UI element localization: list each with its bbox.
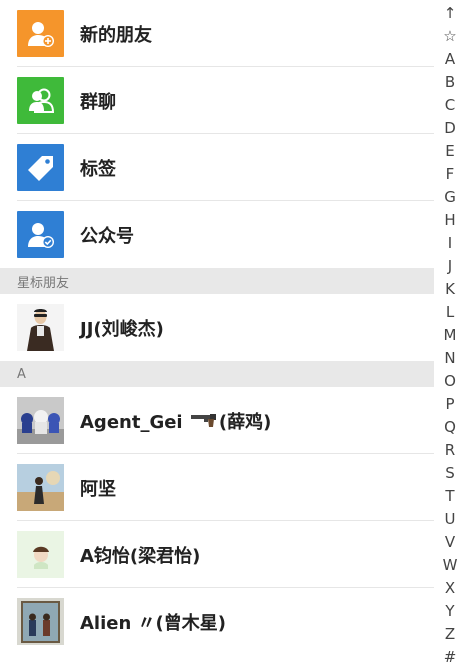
tags-label: 标签: [80, 158, 116, 180]
index-letter[interactable]: I: [434, 232, 466, 255]
index-letter[interactable]: X: [434, 577, 466, 600]
new-friends-entry[interactable]: 新的朋友: [0, 0, 434, 67]
contact-name: A钧怡(梁君怡): [80, 545, 201, 567]
index-letter[interactable]: T: [434, 485, 466, 508]
contacts-list: 新的朋友 群聊 标签 公众号 星标朋友 JJ(刘峻杰) A Agent_Gei …: [0, 0, 434, 655]
index-letter[interactable]: F: [434, 163, 466, 186]
index-letter[interactable]: B: [434, 71, 466, 94]
group-chats-label: 群聊: [80, 91, 116, 113]
index-letter[interactable]: C: [434, 94, 466, 117]
tags-entry[interactable]: 标签: [0, 134, 434, 201]
contact-name: Agent_Gei (薛鸡): [80, 411, 272, 433]
contact-row[interactable]: A钧怡(梁君怡): [0, 521, 434, 588]
official-accounts-entry[interactable]: 公众号: [0, 201, 434, 268]
index-letter[interactable]: D: [434, 117, 466, 140]
contact-name: 阿坚: [80, 478, 116, 500]
index-letter[interactable]: Q: [434, 416, 466, 439]
index-letter[interactable]: S: [434, 462, 466, 485]
section-header-starred: 星标朋友: [0, 268, 434, 294]
contact-avatar: [17, 464, 64, 511]
index-letter[interactable]: V: [434, 531, 466, 554]
group-chats-entry[interactable]: 群聊: [0, 67, 434, 134]
index-letter[interactable]: P: [434, 393, 466, 416]
contact-avatar: [17, 598, 64, 645]
official-accounts-label: 公众号: [80, 225, 134, 247]
official-account-icon: [17, 211, 64, 258]
index-letter[interactable]: ↑: [434, 2, 466, 25]
pistol-emoji-icon: [190, 412, 218, 433]
contact-name: Alien 〃(曾木星): [80, 612, 227, 634]
index-letter[interactable]: Y: [434, 600, 466, 623]
index-letter[interactable]: K: [434, 278, 466, 301]
section-header-a: A: [0, 361, 434, 387]
index-letter[interactable]: M: [434, 324, 466, 347]
index-letter[interactable]: H: [434, 209, 466, 232]
index-letter[interactable]: Z: [434, 623, 466, 646]
new-friends-label: 新的朋友: [80, 24, 152, 46]
index-letter[interactable]: #: [434, 646, 466, 664]
index-letter[interactable]: O: [434, 370, 466, 393]
index-letter[interactable]: ☆: [434, 25, 466, 48]
contact-name: JJ(刘峻杰): [80, 318, 164, 340]
group-chat-icon: [17, 77, 64, 124]
index-letter[interactable]: W: [434, 554, 466, 577]
index-letter[interactable]: E: [434, 140, 466, 163]
index-letter[interactable]: J: [434, 255, 466, 278]
index-letter[interactable]: A: [434, 48, 466, 71]
alphabet-index-bar[interactable]: ↑ ☆ A B C D E F G H I J K L M N O P Q R S T U V W X Y Z #: [434, 0, 466, 664]
contact-avatar: [17, 531, 64, 578]
index-letter[interactable]: R: [434, 439, 466, 462]
index-letter[interactable]: U: [434, 508, 466, 531]
add-friend-icon: [17, 10, 64, 57]
index-letter[interactable]: G: [434, 186, 466, 209]
contact-avatar: [17, 304, 64, 351]
index-letter[interactable]: N: [434, 347, 466, 370]
index-letter[interactable]: L: [434, 301, 466, 324]
contact-avatar: [17, 397, 64, 444]
contact-row[interactable]: 阿坚: [0, 454, 434, 521]
contact-row[interactable]: Alien 〃(曾木星): [0, 588, 434, 655]
contact-row[interactable]: JJ(刘峻杰): [0, 294, 434, 361]
contact-row[interactable]: Agent_Gei (薛鸡): [0, 387, 434, 454]
tag-icon: [17, 144, 64, 191]
